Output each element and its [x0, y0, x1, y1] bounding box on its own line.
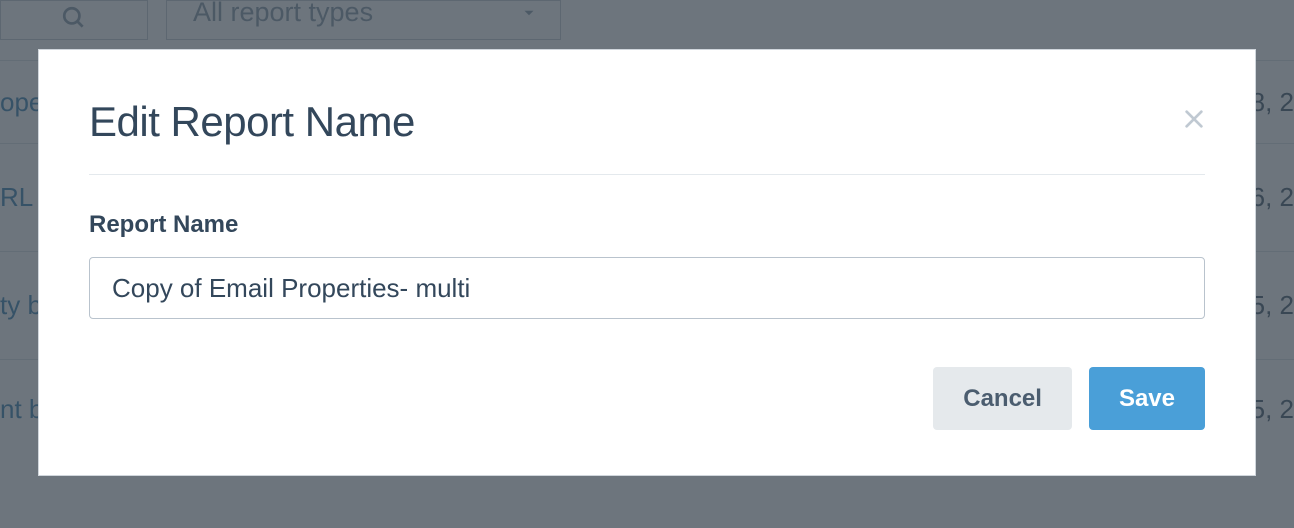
edit-report-name-modal: Edit Report Name Report Name Cancel Save	[38, 49, 1256, 476]
report-name-label: Report Name	[89, 211, 1205, 239]
close-icon	[1183, 108, 1205, 130]
save-button[interactable]: Save	[1089, 367, 1205, 430]
modal-title: Edit Report Name	[89, 98, 415, 146]
close-button[interactable]	[1179, 104, 1209, 134]
report-name-input[interactable]	[89, 257, 1205, 319]
modal-overlay: Edit Report Name Report Name Cancel Save	[0, 0, 1294, 528]
cancel-button[interactable]: Cancel	[933, 367, 1072, 430]
